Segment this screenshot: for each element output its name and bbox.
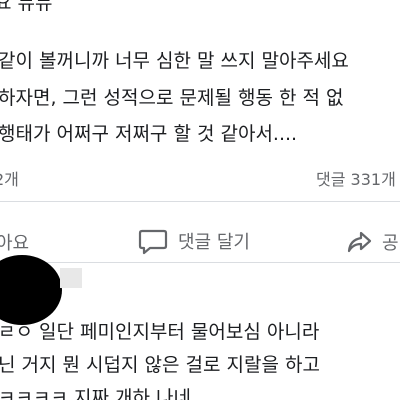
like-button[interactable]: 아요: [0, 229, 29, 255]
commenter-name-redacted[interactable]: [60, 268, 82, 288]
commenter-avatar-redacted[interactable]: [0, 255, 62, 325]
stats-divider: [0, 201, 400, 202]
comment-line-3: ㅋㅋㅋㅋ 지짜 개하 나네: [0, 387, 191, 400]
reactions-count-fragment[interactable]: 2개: [0, 168, 19, 192]
share-label: 공: [382, 233, 399, 254]
comment-label: 댓글 달기: [178, 232, 250, 253]
post-body-line-3: 행태가 어쩌구 저쩌구 할 것 같아서....: [0, 123, 298, 145]
facebook-post-screenshot: 요 뮤뮤 같이 볼꺼니까 너무 심한 말 쓰지 말아주세요 하자면, 그런 성적…: [0, 0, 400, 400]
comment-bubble-icon: [138, 227, 168, 255]
post-body-line-1: 같이 볼꺼니까 너무 심한 말 쓰지 말아주세요: [0, 50, 349, 72]
comment-line-2: 닌 거지 뭔 시덥지 않은 걸로 지랄을 하고: [0, 354, 320, 376]
comments-count[interactable]: 댓글 331개: [316, 168, 396, 192]
post-header-fragment: 요 뮤뮤: [0, 0, 53, 14]
post-body-line-2: 하자면, 그런 성적으로 문제될 행동 한 적 없: [0, 87, 344, 109]
comment-line-1: ㄹㅇ 일단 페미인지부터 물어보심 아니라: [0, 321, 320, 343]
share-button[interactable]: 공: [346, 229, 399, 255]
comment-button[interactable]: 댓글 달기: [138, 227, 250, 255]
like-label: 아요: [0, 233, 30, 254]
share-arrow-icon: [346, 230, 372, 254]
actions-divider: [0, 262, 400, 263]
